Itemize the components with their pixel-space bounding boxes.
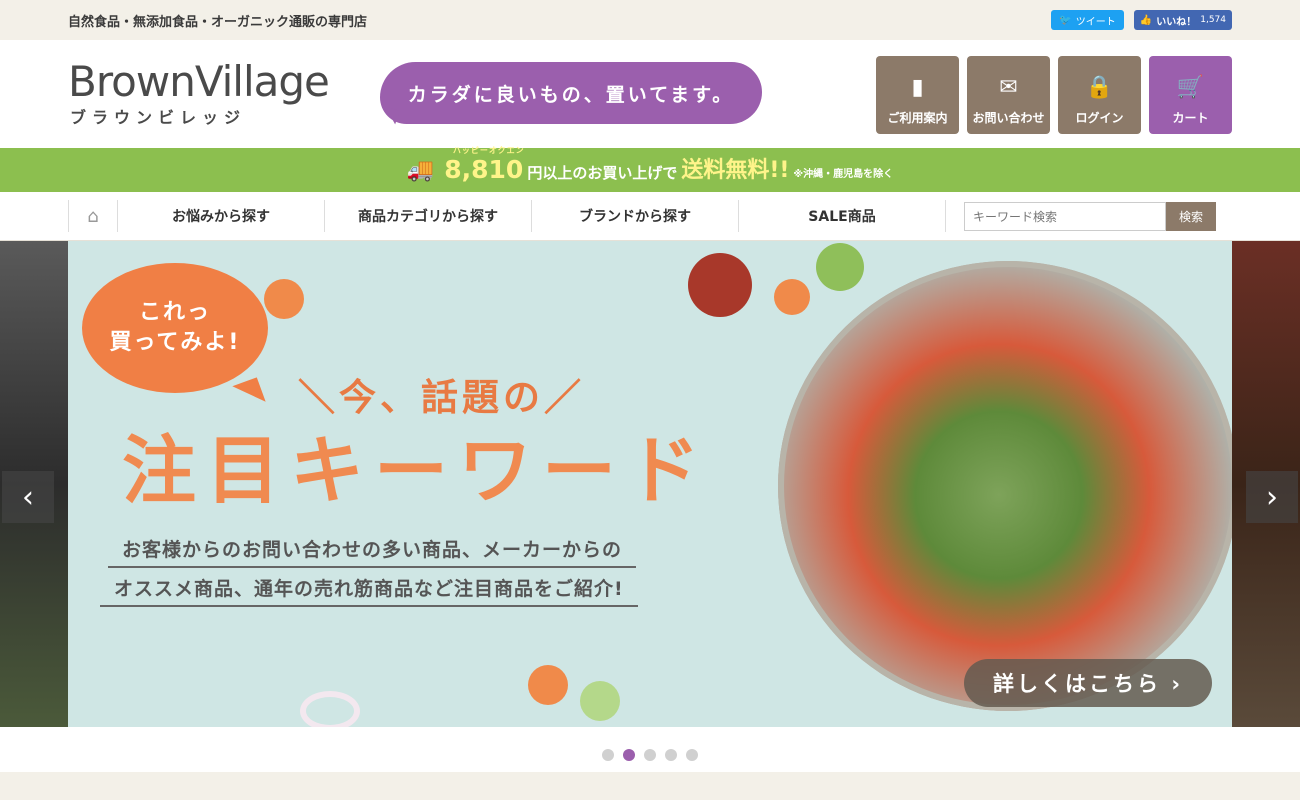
like-label: いいね！	[1156, 16, 1197, 28]
nav-item-concerns[interactable]: お悩みから探す	[118, 200, 325, 232]
site-tagline: 自然食品・無添加食品・オーガニック通販の専門店	[68, 15, 368, 30]
tomato-image	[688, 253, 752, 317]
tweet-label: ツイート	[1075, 16, 1116, 28]
hero-description-line2: オススメ商品、通年の売れ筋商品など注目商品をご紹介!	[100, 574, 638, 607]
truck-icon: 🚚	[406, 158, 435, 183]
search-box: 検索	[964, 202, 1216, 231]
bubble-line2: 買ってみよ!	[109, 330, 241, 355]
salad-bowl-image	[778, 261, 1232, 711]
more-details-button[interactable]: 詳しくはこちら ›	[964, 659, 1212, 707]
login-button[interactable]: 🔒 ログイン	[1058, 56, 1141, 134]
facebook-like-button[interactable]: 👍 いいね！ 1,574	[1133, 10, 1232, 30]
search-button[interactable]: 検索	[1166, 202, 1216, 231]
prev-arrow-icon[interactable]: ‹	[2, 471, 54, 523]
site-logo[interactable]: BrownVillage ブラウンビレッジ	[68, 60, 368, 130]
thumbs-up-icon: 👍	[1139, 14, 1153, 26]
shipping-threshold: 8,810	[444, 155, 524, 184]
nav-item-categories[interactable]: 商品カテゴリから探す	[325, 200, 532, 232]
tweet-button[interactable]: 🐦 ツイート	[1051, 10, 1124, 30]
like-count: 1,574	[1200, 15, 1226, 25]
free-shipping-banner: 🚚 ハッピーオクエン 8,810 円以上のお買い上げで 送料無料!! ※沖縄・鹿…	[0, 146, 1300, 192]
carrot-image	[264, 279, 304, 319]
contact-label: お問い合わせ	[972, 111, 1045, 125]
guide-button[interactable]: ▮ ご利用案内	[876, 56, 959, 134]
slider-dot[interactable]	[686, 749, 698, 761]
social-buttons: 🐦 ツイート 👍 いいね！ 1,574	[1051, 10, 1232, 30]
onion-image	[300, 691, 360, 727]
page-bottom-strip	[0, 772, 1300, 800]
top-bar: 自然食品・無添加食品・オーガニック通販の専門店 🐦 ツイート 👍 いいね！ 1,…	[0, 0, 1300, 40]
carrot-image-3	[528, 665, 568, 705]
slider-dots	[602, 749, 698, 761]
cucumber-image	[816, 243, 864, 291]
hero-heading: 注目キーワード	[122, 428, 710, 514]
guide-icon: ▮	[911, 75, 924, 100]
shipping-free-label: 送料無料!!	[681, 158, 790, 183]
home-icon[interactable]: ⌂	[68, 200, 118, 232]
shipping-ruby: ハッピーオクエン	[452, 146, 525, 155]
slider-pagination-area	[0, 727, 1300, 772]
logo-katakana: ブラウンビレッジ	[70, 108, 247, 127]
nav-menu: ⌂ お悩みから探す 商品カテゴリから探す ブランドから探す SALE商品	[68, 200, 946, 232]
slider-dot[interactable]	[644, 749, 656, 761]
shipping-text: 円以上のお買い上げで	[527, 164, 678, 182]
nav-item-brands[interactable]: ブランドから探す	[532, 200, 739, 232]
speech-bubble: これっ 買ってみよ!	[82, 263, 268, 393]
header-buttons: ▮ ご利用案内 ✉ お問い合わせ 🔒 ログイン 🛒 カート	[876, 56, 1232, 134]
shipping-note: ※沖縄・鹿児島を除く	[793, 169, 894, 180]
contact-button[interactable]: ✉ お問い合わせ	[967, 56, 1050, 134]
bubble-line1: これっ	[138, 300, 211, 325]
slider-dot[interactable]	[623, 749, 635, 761]
hero-description-line1: お客様からのお問い合わせの多い商品、メーカーからの	[108, 535, 637, 568]
global-nav: ⌂ お悩みから探す 商品カテゴリから探す ブランドから探す SALE商品 検索	[0, 192, 1300, 241]
logo-wordmark: BrownVillage	[68, 57, 330, 106]
twitter-bird-icon: 🐦	[1059, 14, 1072, 26]
slider-dot[interactable]	[665, 749, 677, 761]
hero-slider: これっ 買ってみよ! ＼今、話題の／ 注目キーワード お客様からのお問い合わせの…	[0, 241, 1300, 727]
search-input[interactable]	[964, 202, 1166, 231]
carrot-image-2	[774, 279, 810, 315]
login-label: ログイン	[1075, 111, 1124, 125]
lock-icon: 🔒	[1085, 75, 1114, 100]
nav-item-sale[interactable]: SALE商品	[739, 200, 946, 232]
next-arrow-icon[interactable]: ›	[1246, 471, 1298, 523]
cart-icon: 🛒	[1176, 75, 1205, 100]
cucumber-image-2	[580, 681, 620, 721]
catchcopy-bubble: カラダに良いもの、置いてます。	[380, 62, 762, 124]
free-shipping-content: 🚚 ハッピーオクエン 8,810 円以上のお買い上げで 送料無料!! ※沖縄・鹿…	[406, 146, 894, 184]
hero-banner[interactable]: これっ 買ってみよ! ＼今、話題の／ 注目キーワード お客様からのお問い合わせの…	[68, 241, 1232, 727]
guide-label: ご利用案内	[887, 111, 948, 125]
mail-icon: ✉	[999, 75, 1018, 100]
cart-label: カート	[1172, 111, 1209, 125]
slider-dot[interactable]	[602, 749, 614, 761]
cart-button[interactable]: 🛒 カート	[1149, 56, 1232, 134]
